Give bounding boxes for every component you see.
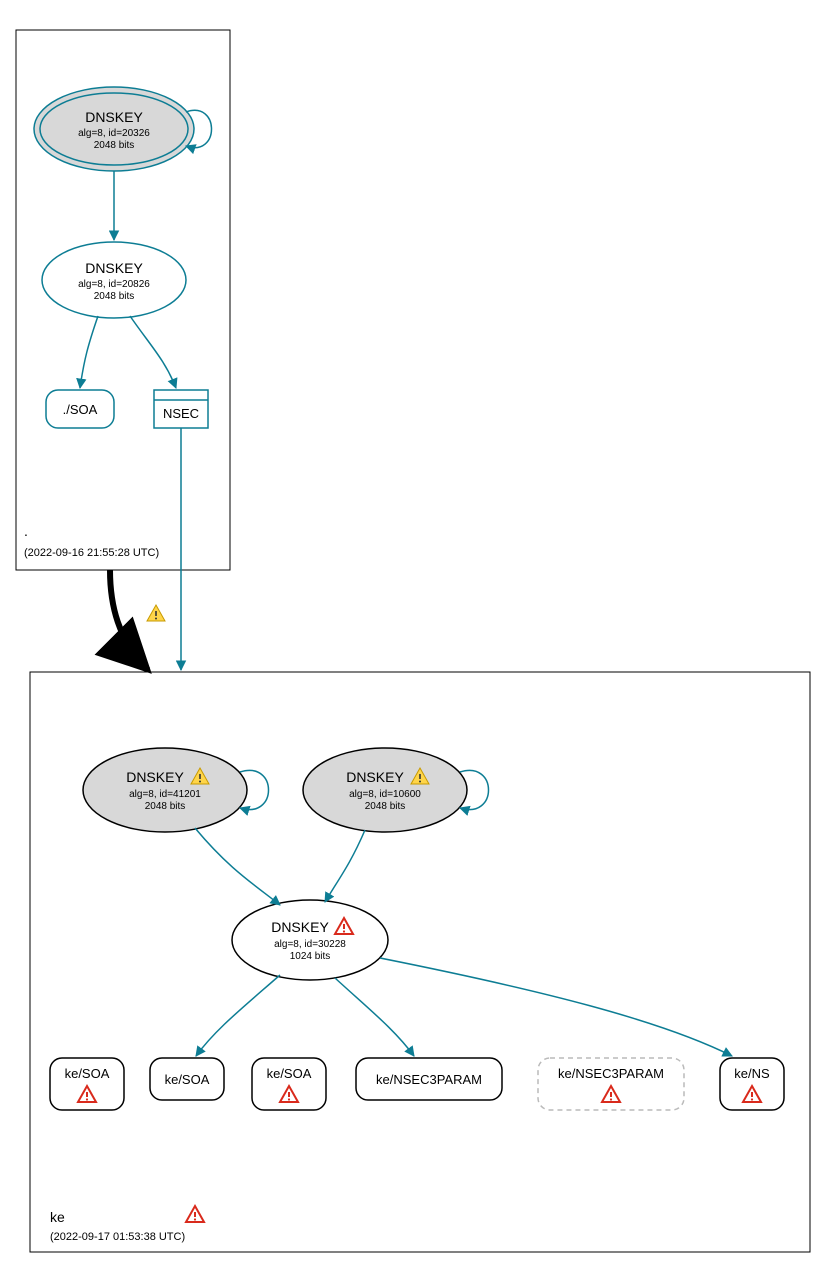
edge-20826-soa bbox=[80, 316, 98, 388]
node-sub1: alg=8, id=41201 bbox=[129, 789, 201, 800]
label: ke/NSEC3PARAM bbox=[558, 1066, 664, 1081]
node-root-nsec: NSEC bbox=[154, 390, 208, 428]
node-title: DNSKEY bbox=[346, 769, 404, 785]
node-ke-soa-2: ke/SOA bbox=[150, 1058, 224, 1100]
node-ke-soa-3: ke/SOA bbox=[252, 1058, 326, 1110]
label: NSEC bbox=[163, 406, 199, 421]
edge-30228-nsec3a bbox=[335, 978, 414, 1056]
node-sub2: 2048 bits bbox=[94, 140, 135, 151]
node-title: DNSKEY bbox=[85, 260, 143, 276]
zone-ke-timestamp: (2022-09-17 01:53:38 UTC) bbox=[50, 1231, 185, 1243]
node-ke-nsec3param-2: ke/NSEC3PARAM bbox=[538, 1058, 684, 1110]
node-sub2: 1024 bits bbox=[290, 951, 331, 962]
edge-10600-30228 bbox=[325, 830, 365, 902]
node-title: DNSKEY bbox=[271, 919, 329, 935]
label: ke/SOA bbox=[267, 1066, 312, 1081]
node-ke-nsec3param-1: ke/NSEC3PARAM bbox=[356, 1058, 502, 1100]
node-root-dnskey-20826: DNSKEY alg=8, id=20826 2048 bits bbox=[42, 242, 186, 318]
zone-root-label: . bbox=[24, 523, 28, 539]
zone-ke-label: ke bbox=[50, 1209, 65, 1225]
node-title: DNSKEY bbox=[126, 769, 184, 785]
node-sub1: alg=8, id=20826 bbox=[78, 279, 150, 290]
node-sub1: alg=8, id=20326 bbox=[78, 128, 150, 139]
node-ke-soa-1: ke/SOA bbox=[50, 1058, 124, 1110]
node-root-dnskey-20326: DNSKEY alg=8, id=20326 2048 bits bbox=[34, 87, 194, 171]
dnssec-diagram: . (2022-09-16 21:55:28 UTC) DNSKEY alg=8… bbox=[0, 0, 824, 1270]
label: ke/SOA bbox=[165, 1072, 210, 1087]
edge-root-to-ke-delegation bbox=[110, 570, 148, 670]
node-sub2: 2048 bits bbox=[365, 801, 406, 812]
node-root-soa: ./SOA bbox=[46, 390, 114, 428]
node-sub2: 2048 bits bbox=[94, 291, 135, 302]
node-ke-ns: ke/NS bbox=[720, 1058, 784, 1110]
node-sub1: alg=8, id=10600 bbox=[349, 789, 421, 800]
warning-icon bbox=[147, 605, 165, 621]
error-icon bbox=[186, 1206, 204, 1222]
node-title: DNSKEY bbox=[85, 109, 143, 125]
label: ke/SOA bbox=[65, 1066, 110, 1081]
edge-30228-ns bbox=[380, 958, 732, 1056]
node-sub1: alg=8, id=30228 bbox=[274, 939, 346, 950]
label: ./SOA bbox=[63, 402, 98, 417]
edge-30228-soa2 bbox=[196, 975, 280, 1056]
node-ke-dnskey-10600: DNSKEY alg=8, id=10600 2048 bits bbox=[303, 748, 467, 832]
node-ke-dnskey-41201: DNSKEY alg=8, id=41201 2048 bits bbox=[83, 748, 247, 832]
node-sub2: 2048 bits bbox=[145, 801, 186, 812]
edge-41201-30228 bbox=[195, 828, 280, 905]
node-ke-dnskey-30228: DNSKEY alg=8, id=30228 1024 bits bbox=[232, 900, 388, 980]
edge-20826-nsec bbox=[130, 316, 176, 388]
label: ke/NS bbox=[734, 1066, 770, 1081]
zone-root-timestamp: (2022-09-16 21:55:28 UTC) bbox=[24, 547, 159, 559]
label: ke/NSEC3PARAM bbox=[376, 1072, 482, 1087]
